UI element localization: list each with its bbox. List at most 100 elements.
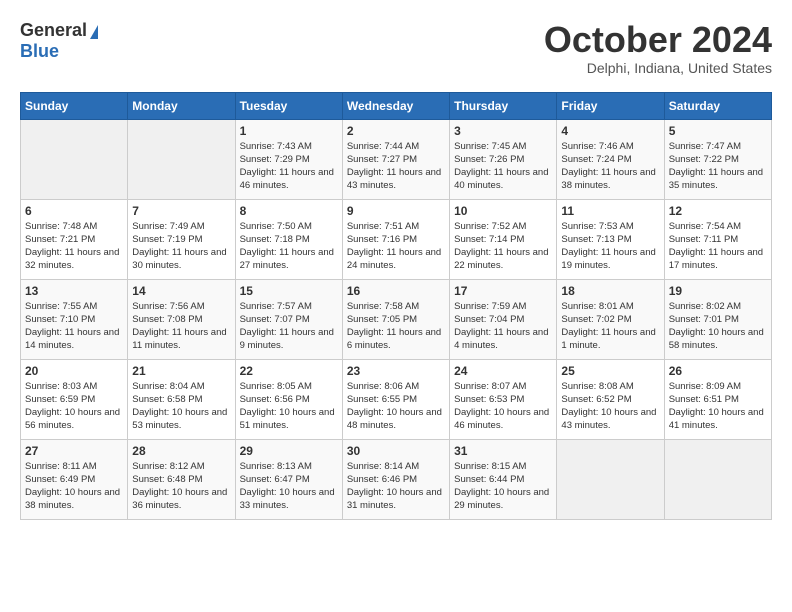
week-row: 20 Sunrise: 8:03 AM Sunset: 6:59 PM Dayli… (21, 359, 772, 439)
day-number: 9 (347, 204, 445, 218)
day-info: Sunrise: 8:11 AM Sunset: 6:49 PM Dayligh… (25, 460, 123, 513)
day-number: 19 (669, 284, 767, 298)
logo-blue: Blue (20, 41, 59, 61)
day-info: Sunrise: 8:01 AM Sunset: 7:02 PM Dayligh… (561, 300, 659, 353)
day-cell: 28 Sunrise: 8:12 AM Sunset: 6:48 PM Dayli… (128, 439, 235, 519)
calendar-header: SundayMondayTuesdayWednesdayThursdayFrid… (21, 92, 772, 119)
header-cell-friday: Friday (557, 92, 664, 119)
day-number: 26 (669, 364, 767, 378)
day-cell: 13 Sunrise: 7:55 AM Sunset: 7:10 PM Dayli… (21, 279, 128, 359)
day-info: Sunrise: 8:12 AM Sunset: 6:48 PM Dayligh… (132, 460, 230, 513)
header-row: SundayMondayTuesdayWednesdayThursdayFrid… (21, 92, 772, 119)
day-cell (21, 119, 128, 199)
day-number: 10 (454, 204, 552, 218)
day-number: 21 (132, 364, 230, 378)
day-number: 14 (132, 284, 230, 298)
day-info: Sunrise: 7:48 AM Sunset: 7:21 PM Dayligh… (25, 220, 123, 273)
day-cell: 10 Sunrise: 7:52 AM Sunset: 7:14 PM Dayli… (450, 199, 557, 279)
day-cell: 29 Sunrise: 8:13 AM Sunset: 6:47 PM Dayli… (235, 439, 342, 519)
location: Delphi, Indiana, United States (544, 60, 772, 76)
day-number: 1 (240, 124, 338, 138)
day-cell: 6Sunrise: 7:48 AM Sunset: 7:21 PM Daylig… (21, 199, 128, 279)
day-info: Sunrise: 7:49 AM Sunset: 7:19 PM Dayligh… (132, 220, 230, 273)
day-number: 23 (347, 364, 445, 378)
day-info: Sunrise: 7:47 AM Sunset: 7:22 PM Dayligh… (669, 140, 767, 193)
day-info: Sunrise: 8:13 AM Sunset: 6:47 PM Dayligh… (240, 460, 338, 513)
day-info: Sunrise: 7:58 AM Sunset: 7:05 PM Dayligh… (347, 300, 445, 353)
day-info: Sunrise: 7:56 AM Sunset: 7:08 PM Dayligh… (132, 300, 230, 353)
header-cell-wednesday: Wednesday (342, 92, 449, 119)
day-info: Sunrise: 7:57 AM Sunset: 7:07 PM Dayligh… (240, 300, 338, 353)
week-row: 13 Sunrise: 7:55 AM Sunset: 7:10 PM Dayli… (21, 279, 772, 359)
day-number: 7 (132, 204, 230, 218)
logo-general: General (20, 20, 87, 41)
day-number: 11 (561, 204, 659, 218)
day-number: 20 (25, 364, 123, 378)
header-cell-thursday: Thursday (450, 92, 557, 119)
day-cell: 15 Sunrise: 7:57 AM Sunset: 7:07 PM Dayli… (235, 279, 342, 359)
day-number: 31 (454, 444, 552, 458)
day-cell: 19 Sunrise: 8:02 AM Sunset: 7:01 PM Dayli… (664, 279, 771, 359)
page-header: General Blue October 2024 Delphi, Indian… (20, 20, 772, 76)
day-number: 17 (454, 284, 552, 298)
day-cell: 24 Sunrise: 8:07 AM Sunset: 6:53 PM Dayli… (450, 359, 557, 439)
day-cell: 26Sunrise: 8:09 AM Sunset: 6:51 PM Dayli… (664, 359, 771, 439)
day-info: Sunrise: 8:03 AM Sunset: 6:59 PM Dayligh… (25, 380, 123, 433)
day-cell: 5 Sunrise: 7:47 AM Sunset: 7:22 PM Daylig… (664, 119, 771, 199)
header-cell-sunday: Sunday (21, 92, 128, 119)
day-number: 18 (561, 284, 659, 298)
week-row: 27 Sunrise: 8:11 AM Sunset: 6:49 PM Dayli… (21, 439, 772, 519)
day-info: Sunrise: 7:44 AM Sunset: 7:27 PM Dayligh… (347, 140, 445, 193)
day-number: 3 (454, 124, 552, 138)
day-cell (128, 119, 235, 199)
day-cell: 20 Sunrise: 8:03 AM Sunset: 6:59 PM Dayli… (21, 359, 128, 439)
day-number: 27 (25, 444, 123, 458)
day-info: Sunrise: 7:50 AM Sunset: 7:18 PM Dayligh… (240, 220, 338, 273)
day-info: Sunrise: 7:59 AM Sunset: 7:04 PM Dayligh… (454, 300, 552, 353)
day-cell: 12Sunrise: 7:54 AM Sunset: 7:11 PM Dayli… (664, 199, 771, 279)
logo-triangle-icon (90, 25, 98, 39)
day-info: Sunrise: 7:52 AM Sunset: 7:14 PM Dayligh… (454, 220, 552, 273)
day-number: 24 (454, 364, 552, 378)
calendar-body: 1 Sunrise: 7:43 AM Sunset: 7:29 PM Daylig… (21, 119, 772, 519)
day-info: Sunrise: 7:55 AM Sunset: 7:10 PM Dayligh… (25, 300, 123, 353)
day-info: Sunrise: 8:08 AM Sunset: 6:52 PM Dayligh… (561, 380, 659, 433)
day-info: Sunrise: 7:53 AM Sunset: 7:13 PM Dayligh… (561, 220, 659, 273)
day-number: 28 (132, 444, 230, 458)
day-number: 22 (240, 364, 338, 378)
day-info: Sunrise: 8:02 AM Sunset: 7:01 PM Dayligh… (669, 300, 767, 353)
header-cell-monday: Monday (128, 92, 235, 119)
day-cell: 25Sunrise: 8:08 AM Sunset: 6:52 PM Dayli… (557, 359, 664, 439)
day-number: 29 (240, 444, 338, 458)
day-info: Sunrise: 7:43 AM Sunset: 7:29 PM Dayligh… (240, 140, 338, 193)
day-info: Sunrise: 7:45 AM Sunset: 7:26 PM Dayligh… (454, 140, 552, 193)
day-cell: 16Sunrise: 7:58 AM Sunset: 7:05 PM Dayli… (342, 279, 449, 359)
day-cell: 21 Sunrise: 8:04 AM Sunset: 6:58 PM Dayli… (128, 359, 235, 439)
day-number: 4 (561, 124, 659, 138)
day-info: Sunrise: 8:05 AM Sunset: 6:56 PM Dayligh… (240, 380, 338, 433)
calendar-table: SundayMondayTuesdayWednesdayThursdayFrid… (20, 92, 772, 520)
day-number: 2 (347, 124, 445, 138)
day-cell: 3 Sunrise: 7:45 AM Sunset: 7:26 PM Daylig… (450, 119, 557, 199)
day-cell: 18 Sunrise: 8:01 AM Sunset: 7:02 PM Dayli… (557, 279, 664, 359)
day-number: 15 (240, 284, 338, 298)
day-info: Sunrise: 8:14 AM Sunset: 6:46 PM Dayligh… (347, 460, 445, 513)
day-cell: 22 Sunrise: 8:05 AM Sunset: 6:56 PM Dayli… (235, 359, 342, 439)
week-row: 1 Sunrise: 7:43 AM Sunset: 7:29 PM Daylig… (21, 119, 772, 199)
day-cell: 30Sunrise: 8:14 AM Sunset: 6:46 PM Dayli… (342, 439, 449, 519)
day-cell: 27 Sunrise: 8:11 AM Sunset: 6:49 PM Dayli… (21, 439, 128, 519)
day-number: 13 (25, 284, 123, 298)
day-cell: 1 Sunrise: 7:43 AM Sunset: 7:29 PM Daylig… (235, 119, 342, 199)
day-cell: 9 Sunrise: 7:51 AM Sunset: 7:16 PM Daylig… (342, 199, 449, 279)
day-info: Sunrise: 8:06 AM Sunset: 6:55 PM Dayligh… (347, 380, 445, 433)
day-cell: 2 Sunrise: 7:44 AM Sunset: 7:27 PM Daylig… (342, 119, 449, 199)
day-cell: 17 Sunrise: 7:59 AM Sunset: 7:04 PM Dayli… (450, 279, 557, 359)
day-info: Sunrise: 8:07 AM Sunset: 6:53 PM Dayligh… (454, 380, 552, 433)
day-cell: 31 Sunrise: 8:15 AM Sunset: 6:44 PM Dayli… (450, 439, 557, 519)
day-number: 5 (669, 124, 767, 138)
day-info: Sunrise: 8:04 AM Sunset: 6:58 PM Dayligh… (132, 380, 230, 433)
day-cell: 23 Sunrise: 8:06 AM Sunset: 6:55 PM Dayli… (342, 359, 449, 439)
title-section: October 2024 Delphi, Indiana, United Sta… (544, 20, 772, 76)
day-info: Sunrise: 7:51 AM Sunset: 7:16 PM Dayligh… (347, 220, 445, 273)
day-info: Sunrise: 8:15 AM Sunset: 6:44 PM Dayligh… (454, 460, 552, 513)
